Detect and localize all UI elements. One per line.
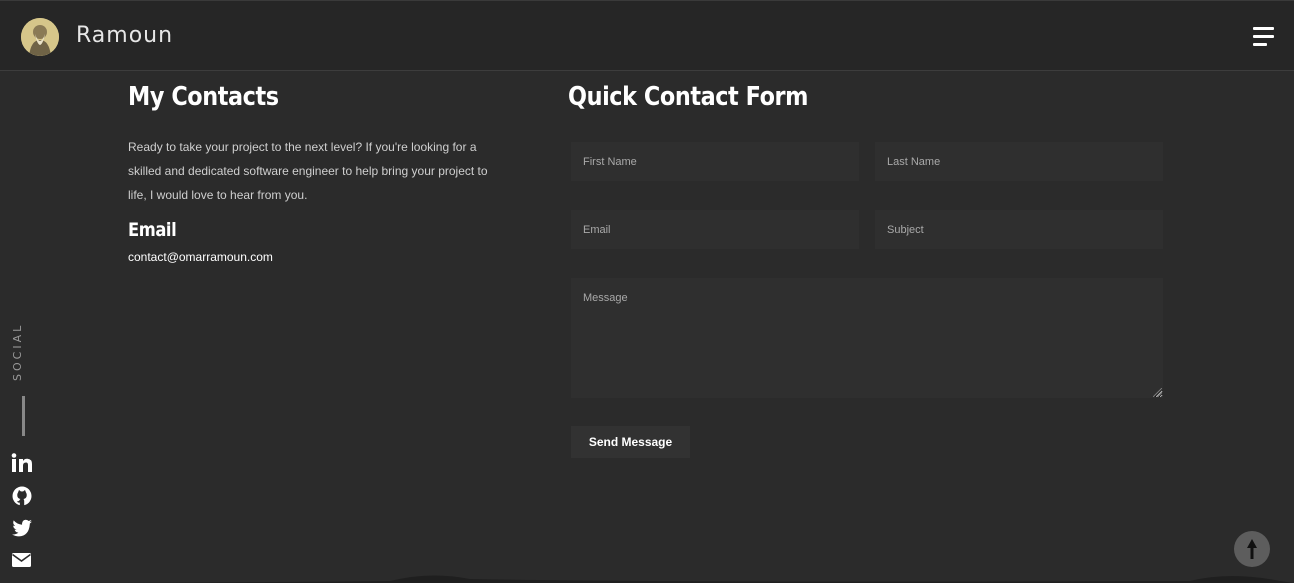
last-name-field[interactable]: [875, 142, 1163, 181]
bottom-wave: [0, 575, 1294, 583]
portrait-avatar-icon: [21, 18, 59, 56]
twitter-icon[interactable]: [11, 517, 33, 539]
social-divider: [22, 396, 25, 436]
message-field[interactable]: [571, 278, 1163, 398]
hamburger-menu-icon[interactable]: [1248, 25, 1278, 51]
email-field[interactable]: [571, 210, 859, 249]
arrow-up-icon: [1247, 539, 1257, 559]
social-label: SOCIAL: [11, 322, 24, 382]
subject-field[interactable]: [875, 210, 1163, 249]
first-name-field[interactable]: [571, 142, 859, 181]
contacts-title: My Contacts: [128, 82, 279, 112]
top-bar: Ramoun: [0, 0, 1294, 71]
resize-handle-icon[interactable]: [1153, 388, 1162, 397]
email-link[interactable]: contact@omarramoun.com: [128, 250, 273, 264]
contacts-intro: Ready to take your project to the next l…: [128, 140, 488, 202]
form-title: Quick Contact Form: [568, 82, 809, 112]
brand-name[interactable]: Ramoun: [76, 23, 173, 48]
send-message-button[interactable]: Send Message: [571, 426, 690, 458]
scroll-to-top-button[interactable]: [1234, 531, 1270, 567]
github-icon[interactable]: [11, 485, 33, 507]
avatar[interactable]: [21, 18, 59, 56]
linkedin-icon[interactable]: [11, 452, 33, 474]
email-heading: Email: [128, 219, 177, 241]
